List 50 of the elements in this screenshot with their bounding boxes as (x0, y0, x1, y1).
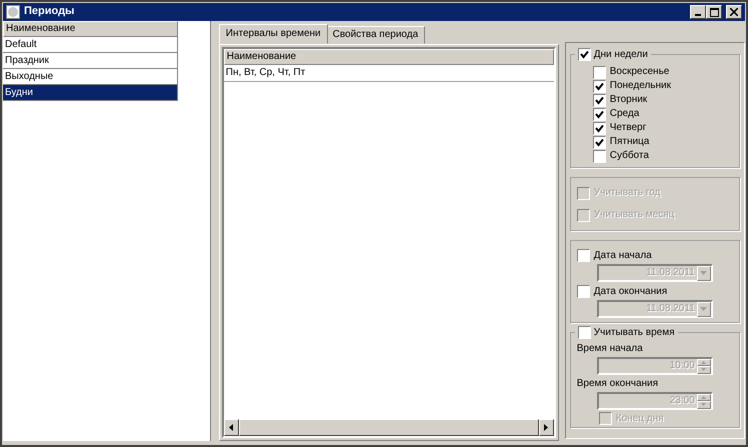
minimize-button[interactable] (690, 5, 706, 19)
checkbox[interactable] (592, 108, 606, 120)
checkbox-label: Вторник (610, 94, 648, 106)
column-header[interactable]: Наименование (3, 21, 178, 37)
scroll-left-button[interactable] (224, 419, 238, 436)
table-row[interactable]: Пн, Вт, Ср, Чт, Пт (224, 65, 554, 82)
window-title: Периоды (24, 5, 74, 19)
checkbox-label: Дата окончания (594, 286, 668, 298)
down-arrow-icon (701, 368, 706, 372)
maximize-icon (710, 8, 718, 16)
checkbox-label: Воскресенье (610, 66, 670, 78)
checkbox[interactable] (592, 66, 606, 78)
list-row[interactable]: Праздник (3, 53, 178, 69)
checkbox-label: Четверг (610, 122, 646, 134)
caret-icon (700, 271, 708, 275)
checkbox[interactable] (576, 285, 590, 298)
tab[interactable]: Интервалы времени (218, 24, 328, 44)
checkbox[interactable] (578, 326, 591, 339)
left-arrow-icon (229, 424, 234, 431)
checkbox[interactable] (592, 94, 606, 106)
checkbox[interactable] (592, 150, 606, 162)
checkbox[interactable] (576, 249, 590, 262)
up-arrow-icon (701, 396, 706, 399)
close-icon (730, 8, 738, 16)
checkbox-label: Пятница (610, 136, 650, 148)
check-icon (580, 50, 589, 59)
group-label: Дни недели (594, 48, 648, 60)
field-label: Время окончания (576, 378, 660, 390)
maximize-button[interactable] (706, 5, 722, 19)
down-arrow-icon (701, 403, 706, 406)
app-icon (6, 5, 20, 19)
checkbox-label: Суббота (610, 150, 649, 162)
scroll-right-button[interactable] (539, 419, 554, 436)
checkbox[interactable] (592, 136, 606, 148)
close-button[interactable] (726, 5, 742, 19)
up-arrow-icon (701, 360, 706, 364)
list-row[interactable]: Default (3, 37, 178, 53)
checkbox-label: Понедельник (610, 80, 671, 92)
checkbox-label: Среда (610, 108, 640, 120)
caret-icon (700, 307, 708, 311)
checkbox-label: Дата начала (594, 250, 652, 262)
checkbox[interactable] (578, 48, 591, 61)
column-header[interactable]: Наименование (224, 49, 554, 65)
checkbox[interactable] (592, 122, 606, 134)
right-arrow-icon (544, 424, 548, 431)
field-label: Время начала (576, 343, 644, 355)
checkbox[interactable] (592, 80, 606, 92)
tab[interactable]: Свойства периода (326, 26, 426, 44)
list-row[interactable]: Будни (3, 85, 178, 101)
group-label: Учитывать время (594, 326, 675, 338)
